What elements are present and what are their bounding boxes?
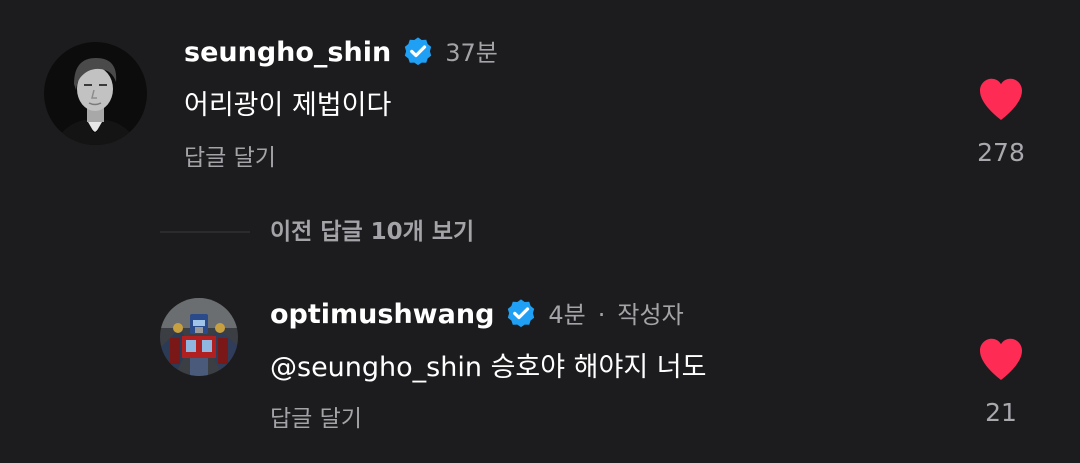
- author-badge: 작성자: [617, 301, 684, 329]
- avatar[interactable]: [44, 42, 147, 145]
- reply-text: 승호야 해야지 너도: [490, 352, 707, 383]
- like-count: 278: [977, 138, 1025, 167]
- comment-time: 37분: [445, 39, 498, 67]
- reply-text-row: @seungho_shin 승호야 해야지 너도: [270, 350, 706, 386]
- reply-header: optimushwang 4분 · 작성자: [270, 298, 684, 332]
- verified-badge-icon: [504, 296, 538, 334]
- avatar-image: [160, 298, 238, 376]
- like-count: 21: [985, 398, 1017, 427]
- meta-separator: ·: [597, 301, 606, 329]
- reply-mention[interactable]: @seungho_shin: [270, 352, 482, 383]
- view-previous-replies-label[interactable]: 이전 답글 10개 보기: [270, 217, 474, 247]
- avatar-image: [44, 42, 147, 145]
- avatar[interactable]: [160, 298, 238, 376]
- reply-time: 4분: [548, 301, 586, 329]
- replies-divider: [160, 231, 250, 233]
- heart-icon[interactable]: [977, 336, 1025, 382]
- reply-button[interactable]: 답글 달기: [270, 404, 362, 434]
- comment-header: seungho_shin 37분: [184, 36, 498, 70]
- comment-username[interactable]: seungho_shin: [184, 37, 391, 69]
- verified-badge-icon: [401, 34, 435, 72]
- heart-icon[interactable]: [977, 76, 1025, 122]
- comment-text: 어리광이 제법이다: [184, 90, 392, 121]
- reply-username[interactable]: optimushwang: [270, 299, 494, 331]
- reply-button[interactable]: 답글 달기: [184, 143, 276, 173]
